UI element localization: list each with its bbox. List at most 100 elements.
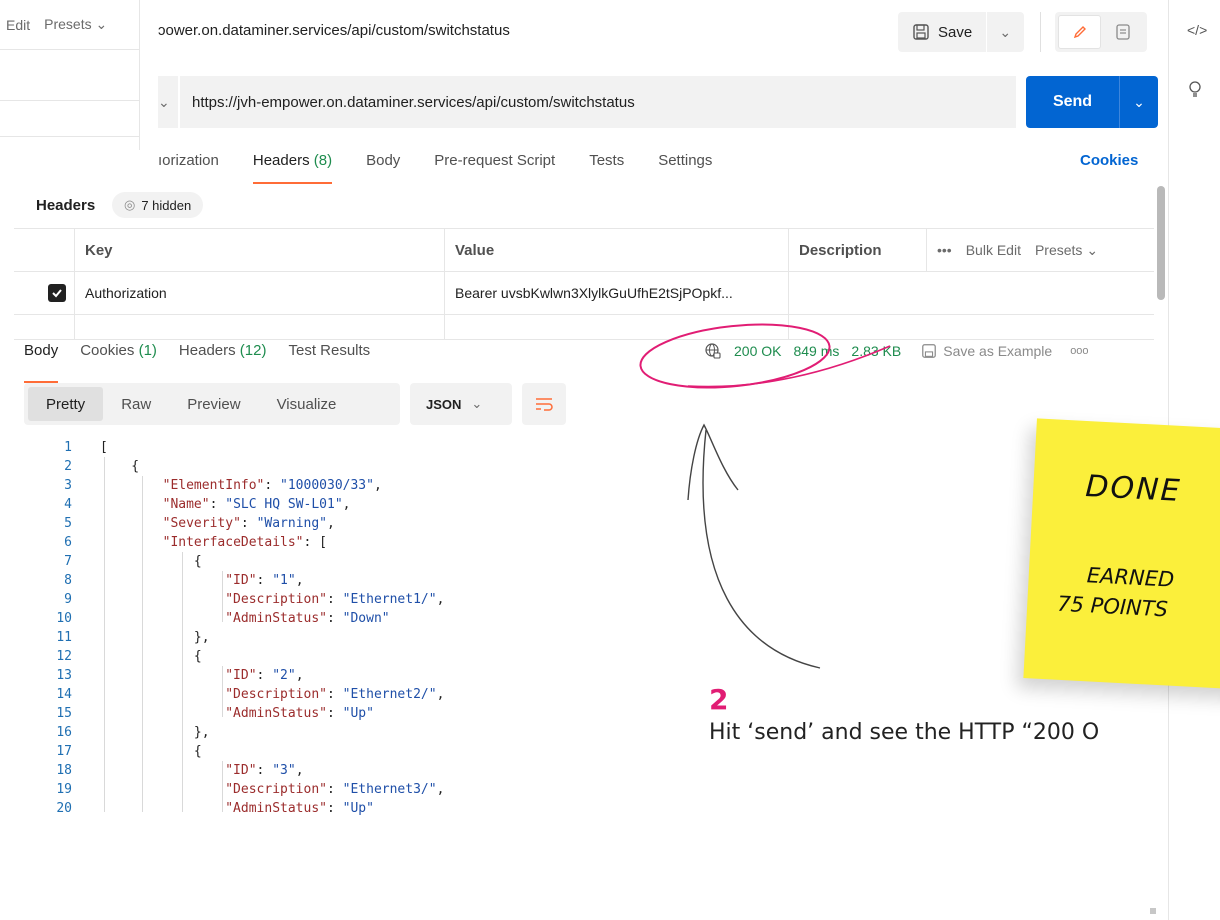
- code-text: "AdminStatus": "Down": [225, 611, 390, 626]
- line-number: 2: [64, 459, 72, 474]
- sticky-note-title: DONE: [1084, 469, 1183, 510]
- code-text: "Name": "SLC HQ SW-L01",: [162, 497, 351, 512]
- format-pretty-button[interactable]: Pretty: [28, 387, 104, 421]
- sticky-note-line: EARNED: [1086, 563, 1175, 592]
- code-line: 6 "InterfaceDetails": [: [0, 533, 1140, 552]
- tab-response-headers[interactable]: Headers (12): [179, 342, 267, 372]
- presets-dropdown[interactable]: Presets ⌄: [1035, 242, 1098, 259]
- chevron-down-icon[interactable]: ⌄: [1120, 94, 1158, 111]
- scrollbar[interactable]: [1157, 186, 1165, 300]
- edit-link[interactable]: Edit: [6, 17, 30, 33]
- cookies-link[interactable]: Cookies: [1080, 152, 1138, 169]
- format-toggle: Pretty Raw Preview Visualize: [24, 383, 400, 425]
- line-number: 8: [64, 573, 72, 588]
- code-line: 5 "Severity": "Warning",: [0, 514, 1140, 533]
- tab-body[interactable]: Body: [366, 152, 400, 182]
- save-icon: [922, 344, 937, 358]
- code-text: {: [100, 649, 202, 664]
- document-icon[interactable]: [1101, 15, 1144, 49]
- empty-cell[interactable]: [444, 315, 788, 339]
- more-options-icon[interactable]: ooo: [1070, 345, 1088, 357]
- send-button[interactable]: Send: [1026, 76, 1120, 128]
- response-size[interactable]: 2.83 KB: [851, 343, 901, 359]
- request-title[interactable]: ɔower.on.dataminer.services/api/custom/s…: [158, 22, 510, 39]
- tab-headers[interactable]: Headers (8): [252, 152, 333, 184]
- response-time[interactable]: 849 ms: [793, 343, 839, 359]
- table-header-row: Key Value Description ••• Bulk Edit Pres…: [14, 228, 1154, 271]
- url-input[interactable]: https://jvh-empower.on.dataminer.service…: [180, 76, 1016, 128]
- line-number: 14: [56, 687, 72, 702]
- save-button-group[interactable]: Save ⌄: [898, 12, 1024, 52]
- code-text: "Description": "Ethernet3/",: [225, 782, 445, 797]
- line-number: 5: [64, 516, 72, 531]
- bulk-edit-link[interactable]: Bulk Edit: [966, 242, 1021, 259]
- header-enabled-checkbox[interactable]: [48, 284, 66, 302]
- code-icon[interactable]: </>: [1187, 22, 1207, 38]
- code-text: "ID": "3",: [225, 763, 304, 778]
- tab-response-cookies[interactable]: Cookies (1): [80, 342, 157, 372]
- presets-dropdown[interactable]: Presets ⌄: [44, 16, 107, 33]
- code-line: 9 "Description": "Ethernet1/",: [0, 590, 1140, 609]
- empty-cell[interactable]: [788, 315, 926, 339]
- line-number: 13: [56, 668, 72, 683]
- mode-toggle[interactable]: [1055, 12, 1147, 52]
- divider: [0, 100, 140, 101]
- wrap-lines-button[interactable]: [522, 383, 566, 425]
- pencil-icon[interactable]: [1058, 15, 1101, 49]
- line-number: 19: [56, 782, 72, 797]
- more-options-icon[interactable]: •••: [937, 242, 952, 259]
- format-raw-button[interactable]: Raw: [103, 387, 169, 421]
- divider: [1040, 12, 1041, 52]
- format-preview-button[interactable]: Preview: [169, 387, 258, 421]
- line-number: 16: [56, 725, 72, 740]
- chevron-down-icon: ⌄: [95, 16, 108, 32]
- code-line: 2 {: [0, 457, 1140, 476]
- eye-icon: ◎: [124, 197, 136, 212]
- column-header-description: Description: [788, 229, 926, 271]
- tab-test-results[interactable]: Test Results: [288, 342, 370, 372]
- code-line: 18 "ID": "3",: [0, 761, 1140, 780]
- header-key-cell[interactable]: Authorization: [74, 272, 444, 314]
- response-body-editor[interactable]: 1[2 {3 "ElementInfo": "1000030/33", 4 "Na…: [0, 438, 1140, 818]
- code-line: 1[: [0, 438, 1140, 457]
- line-number: 15: [56, 706, 72, 721]
- send-button-group[interactable]: Send ⌄: [1026, 76, 1158, 128]
- code-line: 8 "ID": "1",: [0, 571, 1140, 590]
- code-text: },: [100, 630, 210, 645]
- tab-count: (8): [313, 152, 333, 169]
- tab-count: (1): [138, 342, 157, 359]
- chevron-down-icon[interactable]: ⌄: [987, 24, 1023, 41]
- response-meta: 200 OK 849 ms 2.83 KB Save as Example oo…: [704, 342, 1089, 360]
- header-description-cell[interactable]: [788, 272, 926, 314]
- tab-settings[interactable]: Settings: [658, 152, 712, 182]
- code-text: "ID": "1",: [225, 573, 304, 588]
- line-number: 17: [56, 744, 72, 759]
- table-actions: ••• Bulk Edit Presets ⌄: [926, 229, 1154, 271]
- tab-response-body[interactable]: Body: [24, 342, 59, 383]
- table-row-empty: [14, 314, 1154, 340]
- code-line: 7 {: [0, 552, 1140, 571]
- chevron-down-icon: ⌄: [471, 396, 483, 411]
- lightbulb-icon[interactable]: [1187, 80, 1203, 101]
- method-select[interactable]: ⌄: [158, 76, 178, 128]
- tab-pre-request-script[interactable]: Pre-request Script: [434, 152, 555, 182]
- wrap-icon: [536, 398, 553, 411]
- code-text: {: [100, 744, 202, 759]
- header-value-cell[interactable]: Bearer uvsbKwlwn3XlylkGuUfhE2tSjPOpkf...: [444, 272, 788, 314]
- tab-authorization[interactable]: ıorization: [158, 152, 219, 182]
- sticky-note: DONE EARNED 75 POINTS: [1023, 418, 1220, 692]
- tab-tests[interactable]: Tests: [589, 152, 624, 182]
- empty-cell[interactable]: [74, 315, 444, 339]
- request-tabs: ıorization Headers (8) Body Pre-request …: [158, 152, 746, 186]
- line-number: 3: [64, 478, 72, 493]
- line-number: 18: [56, 763, 72, 778]
- sticky-note-line: 75 POINTS: [1056, 591, 1169, 622]
- language-select[interactable]: JSON ⌄: [410, 383, 512, 425]
- format-visualize-button[interactable]: Visualize: [259, 387, 355, 421]
- status-code[interactable]: 200 OK: [734, 343, 781, 359]
- hidden-headers-toggle[interactable]: ◎ 7 hidden: [112, 192, 204, 218]
- indent-guide: [142, 476, 143, 812]
- save-button[interactable]: Save: [898, 12, 988, 52]
- save-as-example-button[interactable]: Save as Example: [921, 343, 1052, 359]
- scrollbar[interactable]: [1150, 908, 1156, 914]
